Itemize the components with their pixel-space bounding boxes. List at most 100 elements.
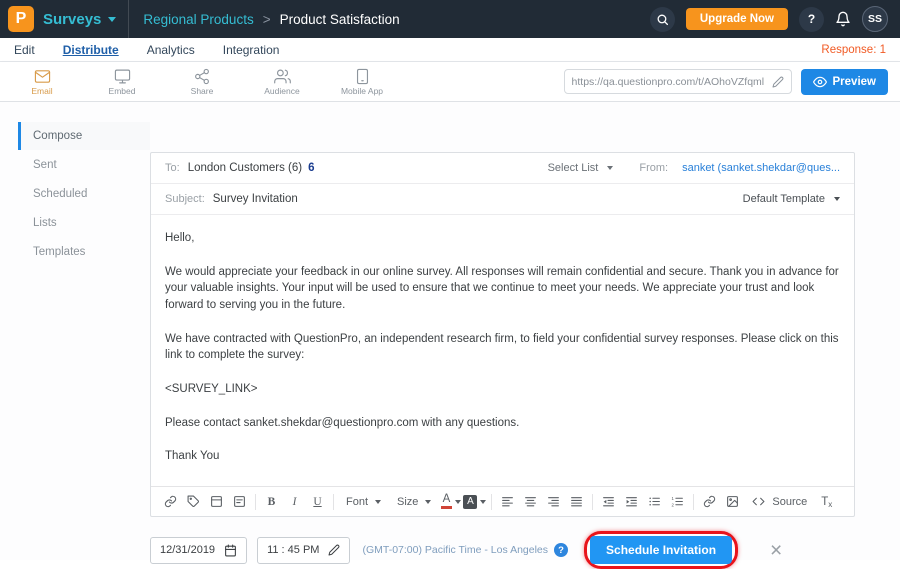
insert-link-token-button[interactable] <box>160 491 181 513</box>
from-label: From: <box>639 162 668 174</box>
sidebar-item-lists[interactable]: Lists <box>18 209 150 237</box>
schedule-row: 12/31/2019 11 : 45 PM (GMT-07:00) Pacifi… <box>150 531 855 569</box>
channel-mobile-app-label: Mobile App <box>341 86 383 96</box>
insert-hyperlink-button[interactable] <box>699 491 720 513</box>
channel-mobile-app[interactable]: Mobile App <box>338 68 386 96</box>
bell-icon <box>835 11 851 27</box>
timezone-help-button[interactable]: ? <box>554 543 568 557</box>
preview-button-label: Preview <box>833 76 876 88</box>
surveys-menu[interactable]: Surveys <box>43 11 116 28</box>
schedule-time-picker[interactable]: 11 : 45 PM <box>257 537 350 564</box>
breadcrumb-current-page: Product Satisfaction <box>280 12 400 27</box>
outdent-button[interactable] <box>598 491 619 513</box>
response-count[interactable]: Response: 1 <box>821 44 886 56</box>
from-value[interactable]: sanket (sanket.shekdar@ques... <box>682 162 840 174</box>
preview-button[interactable]: Preview <box>801 69 888 95</box>
share-icon <box>193 68 211 85</box>
upgrade-now-button[interactable]: Upgrade Now <box>686 8 788 30</box>
select-list-dropdown[interactable]: Select List <box>548 162 614 174</box>
body-paragraph: We would appreciate your feedback in our… <box>165 264 840 314</box>
to-value[interactable]: London Customers (6) <box>188 162 302 174</box>
hyperlink-icon <box>703 495 716 508</box>
eye-icon <box>813 75 827 89</box>
channel-embed[interactable]: Embed <box>98 68 146 96</box>
notifications-button[interactable] <box>835 11 851 27</box>
toolbar-divider <box>693 494 694 510</box>
source-button[interactable]: Source <box>745 495 814 508</box>
calendar-icon <box>224 544 237 557</box>
sidebar-item-compose[interactable]: Compose <box>18 122 150 150</box>
topbar: P Surveys Regional Products > Product Sa… <box>0 0 900 38</box>
indent-button[interactable] <box>621 491 642 513</box>
insert-template-button[interactable] <box>206 491 227 513</box>
to-row-right: Select List From: sanket (sanket.shekdar… <box>548 162 840 174</box>
bold-button[interactable]: B <box>261 491 282 513</box>
questionpro-logo[interactable]: P <box>8 6 34 32</box>
source-button-label: Source <box>772 496 807 508</box>
background-color-button[interactable]: A <box>463 491 486 513</box>
channel-embed-label: Embed <box>109 86 136 96</box>
numbered-list-icon: 12 <box>671 495 684 508</box>
user-avatar[interactable]: SS <box>862 6 888 32</box>
sidebar-item-sent[interactable]: Sent <box>18 151 150 179</box>
sidebar-item-scheduled[interactable]: Scheduled <box>18 180 150 208</box>
font-size-dropdown[interactable]: Size <box>390 496 438 508</box>
chevron-down-icon <box>375 500 381 504</box>
breadcrumb-survey-name[interactable]: Regional Products <box>143 12 253 27</box>
align-left-button[interactable] <box>497 491 518 513</box>
text-color-bar <box>441 506 452 509</box>
close-icon[interactable]: × <box>770 540 782 561</box>
numbered-list-button[interactable]: 12 <box>667 491 688 513</box>
svg-text:2: 2 <box>672 502 675 507</box>
email-sidebar: Compose Sent Scheduled Lists Templates <box>0 102 150 560</box>
text-color-swatch: A <box>441 494 452 510</box>
channel-email[interactable]: Email <box>18 68 66 96</box>
help-button[interactable]: ? <box>799 7 824 32</box>
tab-distribute[interactable]: Distribute <box>63 43 119 57</box>
subject-value[interactable]: Survey Invitation <box>213 193 298 205</box>
search-button[interactable] <box>650 7 675 32</box>
bullet-list-button[interactable] <box>644 491 665 513</box>
subject-row: Subject: Survey Invitation Default Templ… <box>151 184 854 215</box>
toolbar-divider <box>491 494 492 510</box>
survey-url-box <box>564 69 792 94</box>
tab-analytics[interactable]: Analytics <box>147 43 195 57</box>
underline-button[interactable]: U <box>307 491 328 513</box>
search-icon <box>656 13 669 26</box>
font-family-label: Font <box>346 496 368 508</box>
edit-url-button[interactable] <box>772 76 784 88</box>
font-family-dropdown[interactable]: Font <box>339 496 388 508</box>
sidebar-item-templates[interactable]: Templates <box>18 238 150 266</box>
remove-format-button[interactable]: Tx <box>816 491 837 513</box>
outdent-icon <box>602 495 615 508</box>
merge-tag-button[interactable] <box>183 491 204 513</box>
insert-image-button[interactable] <box>722 491 743 513</box>
italic-button[interactable]: I <box>284 491 305 513</box>
channel-audience[interactable]: Audience <box>258 68 306 96</box>
align-right-button[interactable] <box>543 491 564 513</box>
text-color-button[interactable]: A <box>440 491 461 513</box>
survey-nav-tabs: Edit Distribute Analytics Integration Re… <box>0 38 900 62</box>
remove-format-x: x <box>828 500 832 509</box>
survey-url-input[interactable] <box>572 76 766 88</box>
content-area: Compose Sent Scheduled Lists Templates T… <box>0 102 900 560</box>
align-center-button[interactable] <box>520 491 541 513</box>
schedule-date-value: 12/31/2019 <box>160 544 215 556</box>
email-body-editor[interactable]: Hello, We would appreciate your feedback… <box>151 215 854 486</box>
schedule-date-picker[interactable]: 12/31/2019 <box>150 537 247 564</box>
channel-share-label: Share <box>191 86 214 96</box>
insert-placeholder-button[interactable] <box>229 491 250 513</box>
body-paragraph: Please contact sanket.shekdar@questionpr… <box>165 415 840 432</box>
channel-share[interactable]: Share <box>178 68 226 96</box>
tab-integration[interactable]: Integration <box>223 43 280 57</box>
chevron-down-icon <box>480 500 486 504</box>
from-group: From: sanket (sanket.shekdar@ques... <box>639 162 840 174</box>
chevron-down-icon <box>425 500 431 504</box>
body-paragraph: Hello, <box>165 230 840 247</box>
justify-button[interactable] <box>566 491 587 513</box>
tab-edit[interactable]: Edit <box>14 43 35 57</box>
editor-toolbar: B I U Font Size A <box>151 486 854 516</box>
channel-email-label: Email <box>31 86 52 96</box>
template-dropdown[interactable]: Default Template <box>743 193 840 205</box>
topbar-divider <box>128 0 129 38</box>
